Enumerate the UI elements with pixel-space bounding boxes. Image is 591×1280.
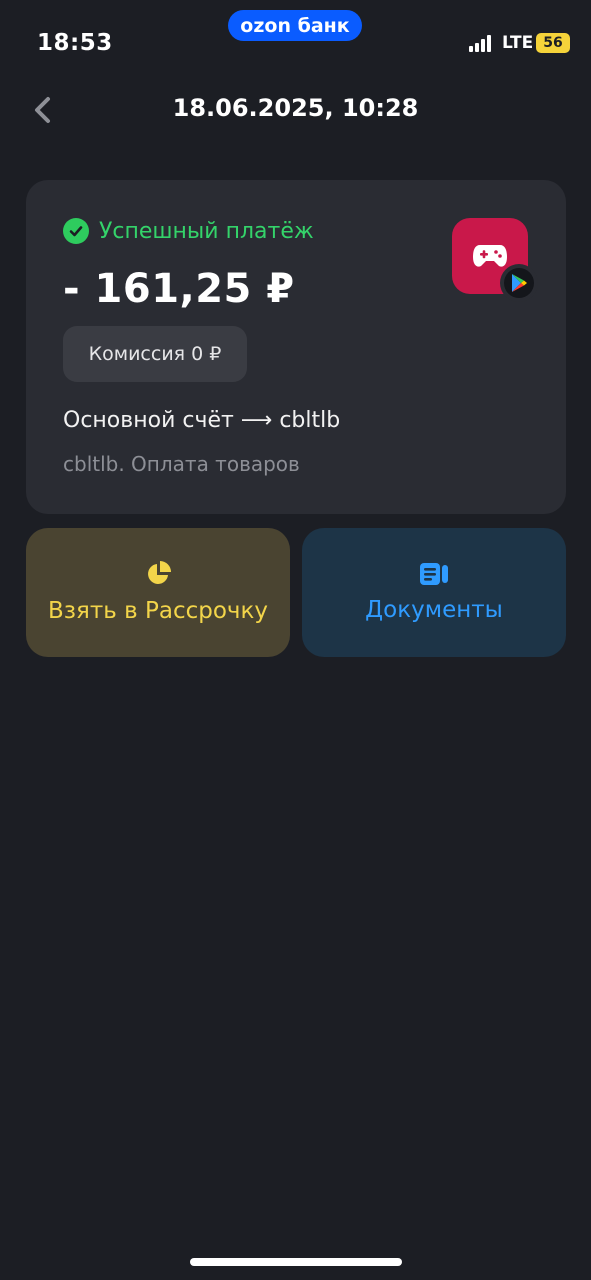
installment-label: Взять в Рассрочку — [48, 597, 268, 624]
header: 18.06.2025, 10:28 — [0, 88, 591, 132]
network-type: LTE — [502, 33, 534, 53]
payment-amount: - 161,25 ₽ — [63, 266, 295, 312]
document-icon — [420, 562, 448, 585]
payment-description: cbltlb. Оплата товаров — [63, 452, 300, 476]
signal-icon — [469, 34, 497, 52]
google-play-badge — [500, 264, 538, 302]
google-play-icon — [512, 274, 527, 292]
battery-icon: 56 — [536, 33, 570, 53]
documents-label: Документы — [365, 596, 503, 623]
gamepad-icon — [473, 245, 507, 267]
installment-button[interactable]: Взять в Рассрочку — [26, 528, 290, 657]
payment-route: Основной счёт ⟶ cbltlb — [63, 408, 341, 433]
home-indicator[interactable] — [190, 1258, 402, 1266]
documents-button[interactable]: Документы — [302, 528, 566, 657]
fee-badge: Комиссия 0 ₽ — [63, 326, 247, 382]
check-circle-icon — [63, 218, 89, 244]
brand-pill: ozon банк — [228, 10, 362, 41]
pie-chart-icon — [148, 560, 171, 584]
status-bar: 18:53 ozon банк LTE 56 — [0, 0, 591, 80]
page-title: 18.06.2025, 10:28 — [172, 94, 419, 122]
payment-status: Успешный платёж — [63, 218, 314, 244]
transaction-card: Успешный платёж - 161,25 ₽ Комиссия 0 ₽ … — [26, 180, 566, 514]
payment-status-label: Успешный платёж — [99, 218, 314, 244]
status-time: 18:53 — [37, 30, 113, 56]
